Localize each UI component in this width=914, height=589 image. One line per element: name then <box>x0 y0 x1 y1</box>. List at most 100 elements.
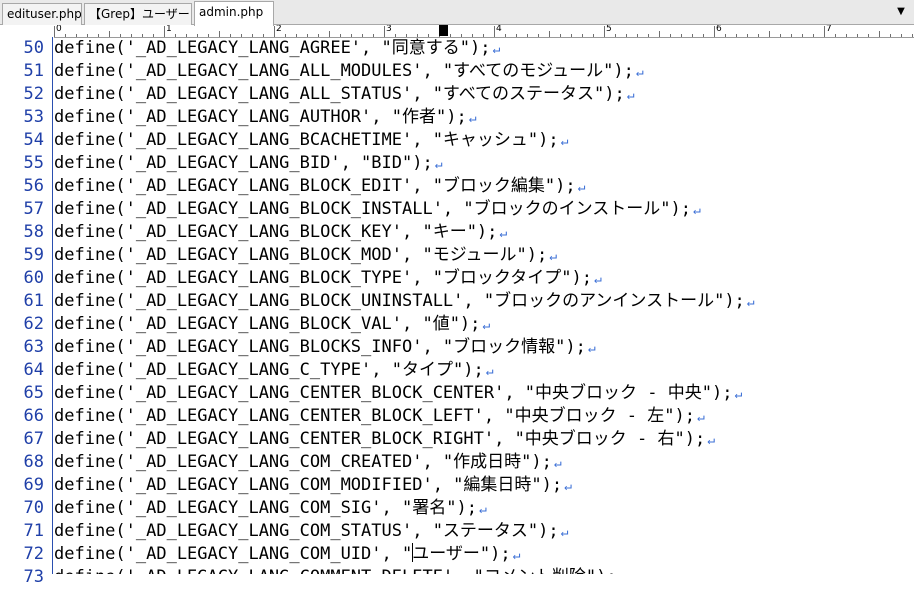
line-number: 57 <box>23 199 44 219</box>
code-line[interactable]: define('_AD_LEGACY_LANG_AUTHOR', "作者"); ↵ <box>54 106 477 129</box>
line-number: 56 <box>23 176 44 196</box>
line-number: 53 <box>23 107 44 127</box>
line-number: 63 <box>23 337 44 357</box>
code-line[interactable]: define('_AD_LEGACY_LANG_COM_CREATED', "作… <box>54 451 562 474</box>
code-line[interactable]: define('_AD_LEGACY_LANG_COMMENT_DELETE',… <box>54 566 617 574</box>
ruler-tick <box>164 26 165 37</box>
code-line[interactable]: define('_AD_LEGACY_LANG_BLOCK_KEY', "キー"… <box>54 221 507 244</box>
line-number: 54 <box>23 130 44 150</box>
code-line-text: define('_AD_LEGACY_LANG_BLOCK_VAL', "値")… <box>54 314 481 334</box>
code-line-text: define('_AD_LEGACY_LANG_AUTHOR', "作者"); <box>54 107 467 127</box>
line-number: 55 <box>23 153 44 173</box>
line-number: 61 <box>23 291 44 311</box>
code-line-text: define('_AD_LEGACY_LANG_BLOCK_MOD', "モジュ… <box>54 245 548 265</box>
line-number: 59 <box>23 245 44 265</box>
line-number: 65 <box>23 383 44 403</box>
code-line[interactable]: define('_AD_LEGACY_LANG_BLOCK_MOD', "モジュ… <box>54 244 557 267</box>
tab-grep-user[interactable]: 【Grep】ユーザー <box>84 3 192 25</box>
code-line-text: define('_AD_LEGACY_LANG_BLOCK_INSTALL', … <box>54 199 691 219</box>
code-line-text: define('_AD_LEGACY_LANG_BLOCKS_INFO', "ブ… <box>54 337 586 357</box>
ruler-label: 6 <box>716 25 722 34</box>
code-line-text: define('_AD_LEGACY_LANG_BLOCK_UNINSTALL'… <box>54 291 745 311</box>
line-break-mark-icon: ↵ <box>746 295 755 310</box>
code-line[interactable]: define('_AD_LEGACY_LANG_C_TYPE', "タイプ");… <box>54 359 494 382</box>
code-line-text: define('_AD_LEGACY_LANG_BCACHETIME', "キャ… <box>54 130 559 150</box>
code-line-text: define('_AD_LEGACY_LANG_COMMENT_DELETE',… <box>54 567 617 574</box>
line-break-mark-icon: ↵ <box>512 548 521 563</box>
code-line[interactable]: define('_AD_LEGACY_LANG_CENTER_BLOCK_CEN… <box>54 382 742 405</box>
tab-list-chevron-down-icon[interactable]: ▼ <box>894 5 908 19</box>
code-line-text: define('_AD_LEGACY_LANG_BLOCK_TYPE', "ブロ… <box>54 268 592 288</box>
line-break-mark-icon: ↵ <box>626 88 635 103</box>
code-line-text: define('_AD_LEGACY_LANG_ALL_MODULES', "す… <box>54 61 634 81</box>
line-break-mark-icon: ↵ <box>577 180 586 195</box>
code-line[interactable]: define('_AD_LEGACY_LANG_BLOCKS_INFO', "ブ… <box>54 336 596 359</box>
code-line[interactable]: define('_AD_LEGACY_LANG_COM_SIG', "署名");… <box>54 497 487 520</box>
line-break-mark-icon: ↵ <box>485 364 494 379</box>
code-line[interactable]: define('_AD_LEGACY_LANG_AGREE', "同意する");… <box>54 37 500 60</box>
line-break-mark-icon: ↵ <box>478 502 487 517</box>
line-number: 66 <box>23 406 44 426</box>
ruler-label: 5 <box>606 25 612 34</box>
line-break-mark-icon: ↵ <box>564 479 572 494</box>
line-number: 70 <box>23 498 44 518</box>
ruler-tick <box>824 26 825 37</box>
code-line[interactable]: define('_AD_LEGACY_LANG_BLOCK_INSTALL', … <box>54 198 701 221</box>
line-number-gutter: 50 51 52 53 54 55 56 57 58 59 60 61 62 63 64 65 66 67 68 69… <box>0 37 52 587</box>
gutter-divider <box>52 37 53 574</box>
code-line-text: define('_AD_LEGACY_LANG_COM_MODIFIED', "… <box>54 475 563 495</box>
ruler-tick <box>54 26 55 37</box>
line-break-mark-icon: ↵ <box>693 203 701 218</box>
code-line[interactable]: define('_AD_LEGACY_LANG_BLOCK_UNINSTALL'… <box>54 290 755 313</box>
code-line[interactable]: define('_AD_LEGACY_LANG_CENTER_BLOCK_RIG… <box>54 428 715 451</box>
line-break-mark-icon: ↵ <box>593 272 602 287</box>
code-line[interactable]: define('_AD_LEGACY_LANG_ALL_STATUS', "すべ… <box>54 83 635 106</box>
code-line[interactable]: define('_AD_LEGACY_LANG_BID', "BID"); ↵ <box>54 152 443 175</box>
code-line[interactable]: define('_AD_LEGACY_LANG_COM_STATUS', "ステ… <box>54 520 568 543</box>
ruler-tick <box>494 26 495 37</box>
code-line-text: define('_AD_LEGACY_LANG_C_TYPE', "タイプ"); <box>54 360 484 380</box>
ruler-label: 4 <box>496 25 502 34</box>
line-number: 64 <box>23 360 44 380</box>
ruler-tick <box>604 26 605 37</box>
code-line-text: define('_AD_LEGACY_LANG_COM_CREATED', "作… <box>54 452 552 472</box>
line-break-mark-icon: ↵ <box>492 42 501 57</box>
line-break-mark-icon: ↵ <box>587 341 596 356</box>
code-line-text: define('_AD_LEGACY_LANG_BID', "BID"); <box>54 153 433 173</box>
code-line[interactable]: define('_AD_LEGACY_LANG_ALL_MODULES', "す… <box>54 60 644 83</box>
ruler-label: 0 <box>56 25 62 34</box>
line-number: 51 <box>23 61 44 81</box>
line-number: 69 <box>23 475 44 495</box>
line-number: 52 <box>23 84 44 104</box>
line-number: 71 <box>23 521 44 541</box>
code-line-text: define('_AD_LEGACY_LANG_BLOCK_EDIT', "ブロ… <box>54 176 576 196</box>
line-break-mark-icon: ↵ <box>499 226 508 241</box>
code-line-text: define('_AD_LEGACY_LANG_BLOCK_KEY', "キー"… <box>54 222 498 242</box>
code-line-text: define('_AD_LEGACY_LANG_CENTER_BLOCK_CEN… <box>54 383 733 403</box>
code-line[interactable]: define('_AD_LEGACY_LANG_CENTER_BLOCK_LEF… <box>54 405 705 428</box>
code-line-text: define('_AD_LEGACY_LANG_COM_SIG', "署名"); <box>54 498 477 518</box>
code-line[interactable]: define('_AD_LEGACY_LANG_BLOCK_VAL', "値")… <box>54 313 490 336</box>
line-break-mark-icon: ↵ <box>553 456 562 471</box>
code-line[interactable]: define('_AD_LEGACY_LANG_BLOCK_EDIT', "ブロ… <box>54 175 585 198</box>
ruler-caret-marker <box>439 25 448 36</box>
line-number: 60 <box>23 268 44 288</box>
code-line[interactable]: define('_AD_LEGACY_LANG_COM_UID', "ユーザー"… <box>54 543 520 566</box>
code-line-text: define('_AD_LEGACY_LANG_CENTER_BLOCK_LEF… <box>54 406 695 426</box>
line-number: 72 <box>23 544 44 564</box>
tab-bar: edituser.php 【Grep】ユーザー admin.php ▼ <box>0 0 914 26</box>
ruler-label: 2 <box>276 25 282 34</box>
code-line[interactable]: define('_AD_LEGACY_LANG_COM_MODIFIED', "… <box>54 474 572 497</box>
line-break-mark-icon: ↵ <box>560 525 569 540</box>
code-editor[interactable]: define('_AD_LEGACY_LANG_AGREE', "同意する");… <box>54 37 914 574</box>
line-number: 62 <box>23 314 44 334</box>
tab-edituser[interactable]: edituser.php <box>2 3 82 25</box>
code-line-text-before-caret: define('_AD_LEGACY_LANG_COM_UID', " <box>54 544 413 564</box>
code-line-text: define('_AD_LEGACY_LANG_ALL_STATUS', "すべ… <box>54 84 625 104</box>
line-break-mark-icon: ↵ <box>635 65 644 80</box>
code-line-text-after-caret: ユーザー"); <box>412 544 511 564</box>
line-number: 50 <box>23 38 44 58</box>
code-line[interactable]: define('_AD_LEGACY_LANG_BCACHETIME', "キャ… <box>54 129 568 152</box>
tab-admin[interactable]: admin.php <box>194 1 274 26</box>
code-line[interactable]: define('_AD_LEGACY_LANG_BLOCK_TYPE', "ブロ… <box>54 267 602 290</box>
